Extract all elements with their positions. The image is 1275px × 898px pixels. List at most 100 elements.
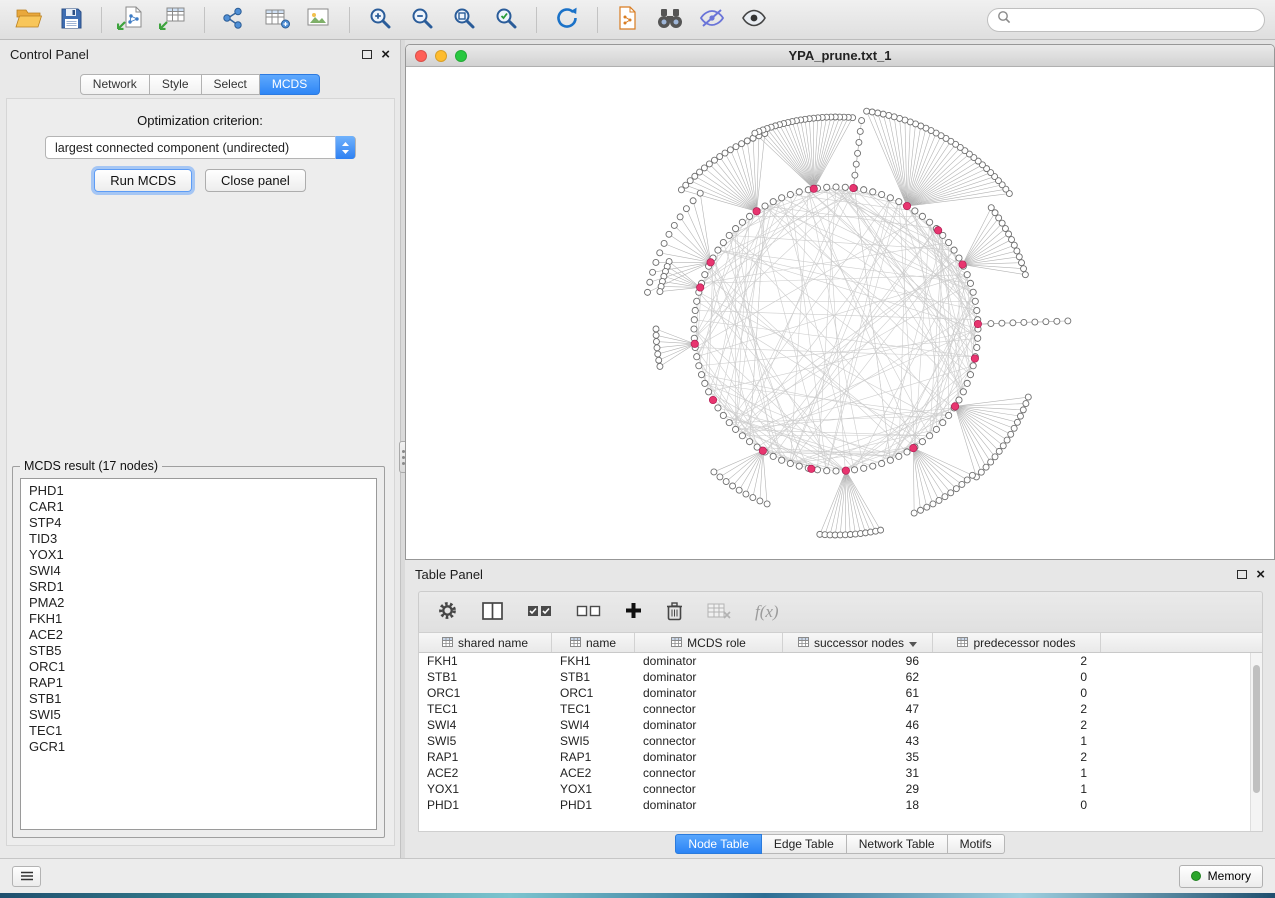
column-header-predecessor-nodes[interactable]: predecessor nodes — [933, 633, 1101, 652]
table-row[interactable]: FKH1FKH1dominator962 — [419, 653, 1262, 669]
show-columns-button[interactable] — [482, 597, 503, 627]
mcds-result-item[interactable]: ACE2 — [21, 627, 376, 643]
control-tab-select[interactable]: Select — [202, 74, 260, 95]
mcds-result-item[interactable]: PMA2 — [21, 595, 376, 611]
control-panel-header: Control Panel × — [0, 40, 400, 68]
hamburger-icon — [20, 869, 34, 884]
show-all-button[interactable] — [735, 4, 773, 36]
scrollbar-thumb[interactable] — [1253, 665, 1260, 793]
zoom-fit-button[interactable] — [445, 4, 483, 36]
select-stepper-icon — [335, 136, 355, 159]
mcds-result-list[interactable]: PHD1CAR1STP4TID3YOX1SWI4SRD1PMA2FKH1ACE2… — [20, 478, 377, 830]
run-mcds-button[interactable]: Run MCDS — [94, 169, 192, 192]
delete-column-button[interactable] — [666, 597, 683, 627]
table-row[interactable]: YOX1YOX1connector291 — [419, 781, 1262, 797]
column-header-shared-name[interactable]: shared name — [419, 633, 552, 652]
maximize-window-icon[interactable] — [455, 50, 467, 62]
table-tab-network-table[interactable]: Network Table — [847, 834, 948, 854]
folder-icon — [15, 7, 43, 32]
mcds-result-item[interactable]: RAP1 — [21, 675, 376, 691]
table-row[interactable]: ACE2ACE2connector311 — [419, 765, 1262, 781]
hide-selected-button[interactable] — [693, 4, 731, 36]
mcds-result-item[interactable]: TEC1 — [21, 723, 376, 739]
close-table-panel-icon[interactable]: × — [1256, 567, 1265, 582]
table-tab-node-table[interactable]: Node Table — [675, 834, 762, 854]
float-panel-icon[interactable] — [362, 50, 372, 59]
mcds-result-item[interactable]: YOX1 — [21, 547, 376, 563]
select-all-button[interactable] — [527, 597, 552, 627]
table-row[interactable]: ORC1ORC1dominator610 — [419, 685, 1262, 701]
table-cell: 1 — [933, 782, 1101, 796]
control-panel-tabs: NetworkStyleSelectMCDS — [0, 74, 400, 95]
mcds-result-item[interactable]: FKH1 — [21, 611, 376, 627]
table-row[interactable]: RAP1RAP1dominator352 — [419, 749, 1262, 765]
control-tab-mcds[interactable]: MCDS — [260, 74, 320, 95]
column-header-MCDS-role[interactable]: MCDS role — [635, 633, 783, 652]
open-session-button[interactable] — [10, 4, 48, 36]
mcds-result-item[interactable]: ORC1 — [21, 659, 376, 675]
table-tab-motifs[interactable]: Motifs — [948, 834, 1005, 854]
control-tab-network[interactable]: Network — [80, 74, 150, 95]
control-tab-style[interactable]: Style — [150, 74, 202, 95]
task-history-button[interactable] — [12, 866, 41, 887]
table-scrollbar[interactable] — [1250, 653, 1262, 831]
column-header-name[interactable]: name — [552, 633, 635, 652]
mcds-result-item[interactable]: SWI4 — [21, 563, 376, 579]
mcds-result-item[interactable]: SWI5 — [21, 707, 376, 723]
close-panel-icon[interactable]: × — [381, 47, 390, 62]
mcds-result-item[interactable]: STB1 — [21, 691, 376, 707]
import-network-button[interactable] — [113, 4, 151, 36]
save-session-button[interactable] — [52, 4, 90, 36]
unchecked-boxes-icon — [576, 604, 601, 621]
close-panel-button[interactable]: Close panel — [205, 169, 306, 192]
table-panel: Table Panel × f(x) shared name nameMCDS r… — [405, 560, 1275, 858]
table-cell: YOX1 — [419, 782, 552, 796]
zoom-selected-button[interactable] — [487, 4, 525, 36]
document-share-icon — [616, 6, 640, 33]
share-document-button[interactable] — [609, 4, 647, 36]
column-header-successor-nodes[interactable]: successor nodes — [783, 633, 933, 652]
new-table-button[interactable] — [258, 4, 296, 36]
mcds-result-item[interactable]: STP4 — [21, 515, 376, 531]
table-tab-edge-table[interactable]: Edge Table — [762, 834, 847, 854]
network-window: YPA_prune.txt_1 — [405, 44, 1275, 560]
export-image-button[interactable] — [300, 4, 338, 36]
mcds-result-item[interactable]: STB5 — [21, 643, 376, 659]
column-label: shared name — [458, 636, 528, 650]
apply-layout-button[interactable] — [548, 4, 586, 36]
zoom-in-button[interactable] — [361, 4, 399, 36]
float-table-panel-icon[interactable] — [1237, 570, 1247, 579]
table-row[interactable]: SWI4SWI4dominator462 — [419, 717, 1262, 733]
mcds-result-item[interactable]: CAR1 — [21, 499, 376, 515]
table-settings-button[interactable] — [437, 597, 458, 627]
mcds-result-item[interactable]: PHD1 — [21, 483, 376, 499]
mcds-result-item[interactable]: SRD1 — [21, 579, 376, 595]
zoom-out-button[interactable] — [403, 4, 441, 36]
network-canvas[interactable] — [406, 67, 1274, 559]
import-table-button[interactable] — [155, 4, 193, 36]
delete-table-button[interactable] — [707, 597, 731, 627]
close-window-icon[interactable] — [415, 50, 427, 62]
table-cell: 2 — [933, 750, 1101, 764]
mcds-result-item[interactable]: TID3 — [21, 531, 376, 547]
table-cell: 43 — [783, 734, 933, 748]
table-panel-header: Table Panel × — [405, 560, 1275, 588]
find-button[interactable] — [651, 4, 689, 36]
deselect-all-button[interactable] — [576, 597, 601, 627]
table-cell: connector — [635, 702, 783, 716]
add-column-button[interactable] — [625, 597, 642, 627]
minimize-window-icon[interactable] — [435, 50, 447, 62]
memory-button[interactable]: Memory — [1179, 865, 1263, 888]
import-table-icon — [159, 6, 189, 33]
criterion-select[interactable]: largest connected component (undirected) — [45, 136, 356, 159]
new-network-button[interactable] — [216, 4, 254, 36]
search-input[interactable] — [1017, 13, 1255, 27]
mcds-result-item[interactable]: GCR1 — [21, 739, 376, 755]
mcds-result-title: MCDS result (17 nodes) — [20, 459, 162, 473]
network-window-titlebar[interactable]: YPA_prune.txt_1 — [406, 45, 1274, 67]
table-row[interactable]: TEC1TEC1connector472 — [419, 701, 1262, 717]
function-builder-button[interactable]: f(x) — [755, 597, 779, 627]
table-row[interactable]: STB1STB1dominator620 — [419, 669, 1262, 685]
table-row[interactable]: PHD1PHD1dominator180 — [419, 797, 1262, 813]
table-row[interactable]: SWI5SWI5connector431 — [419, 733, 1262, 749]
